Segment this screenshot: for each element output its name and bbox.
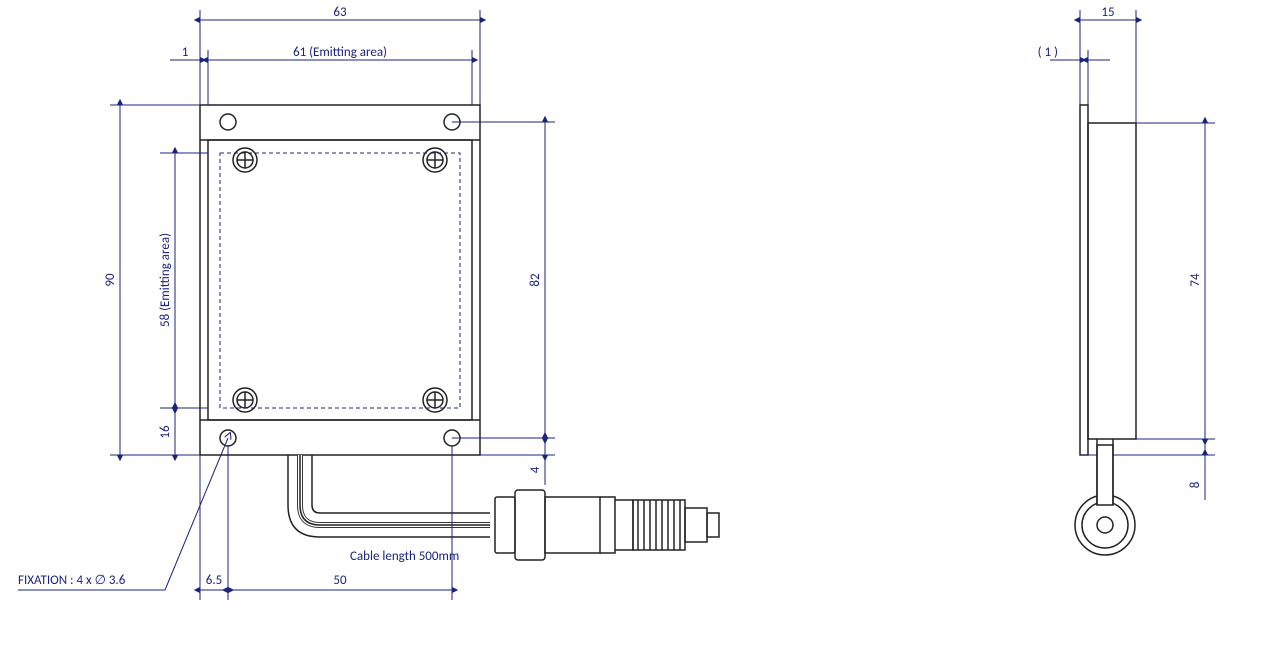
dim-hole-pitch-h: 50 [333,573,347,588]
dim-side-cable: 8 [1188,481,1203,488]
dim-side-body-h: 74 [1188,273,1203,287]
dim-hole-offset-l: 6.5 [206,573,222,588]
dim-hole-pitch-v: 82 [528,273,543,287]
dim-width-emitting: 61 (Emitting area) [293,45,387,60]
cable-connector [288,455,719,560]
technical-drawing: 63 61 (Emitting area) 1 90 58 (Emitting … [0,0,1269,651]
face-screws [233,148,447,412]
fixation-note: FIXATION : 4 x ∅ 3.6 [18,573,126,588]
front-view: 63 61 (Emitting area) 1 90 58 (Emitting … [18,5,719,600]
cable-end-icon [1075,439,1135,555]
side-view: 15 ( 1 ) 74 8 [1038,5,1215,555]
dim-height-overall: 90 [103,273,118,287]
dim-side-thickness: 15 [1101,5,1114,20]
dim-width-overall: 63 [333,5,347,20]
dim-hole-offset-b: 4 [528,466,543,473]
dim-front-plate: ( 1 ) [1038,45,1058,60]
cable-length-note: Cable length 500mm [350,549,459,564]
dim-width-offset: 1 [182,45,189,60]
dim-height-emitting: 58 (Emitting area) [158,233,173,327]
dim-height-bottom: 16 [158,425,173,439]
